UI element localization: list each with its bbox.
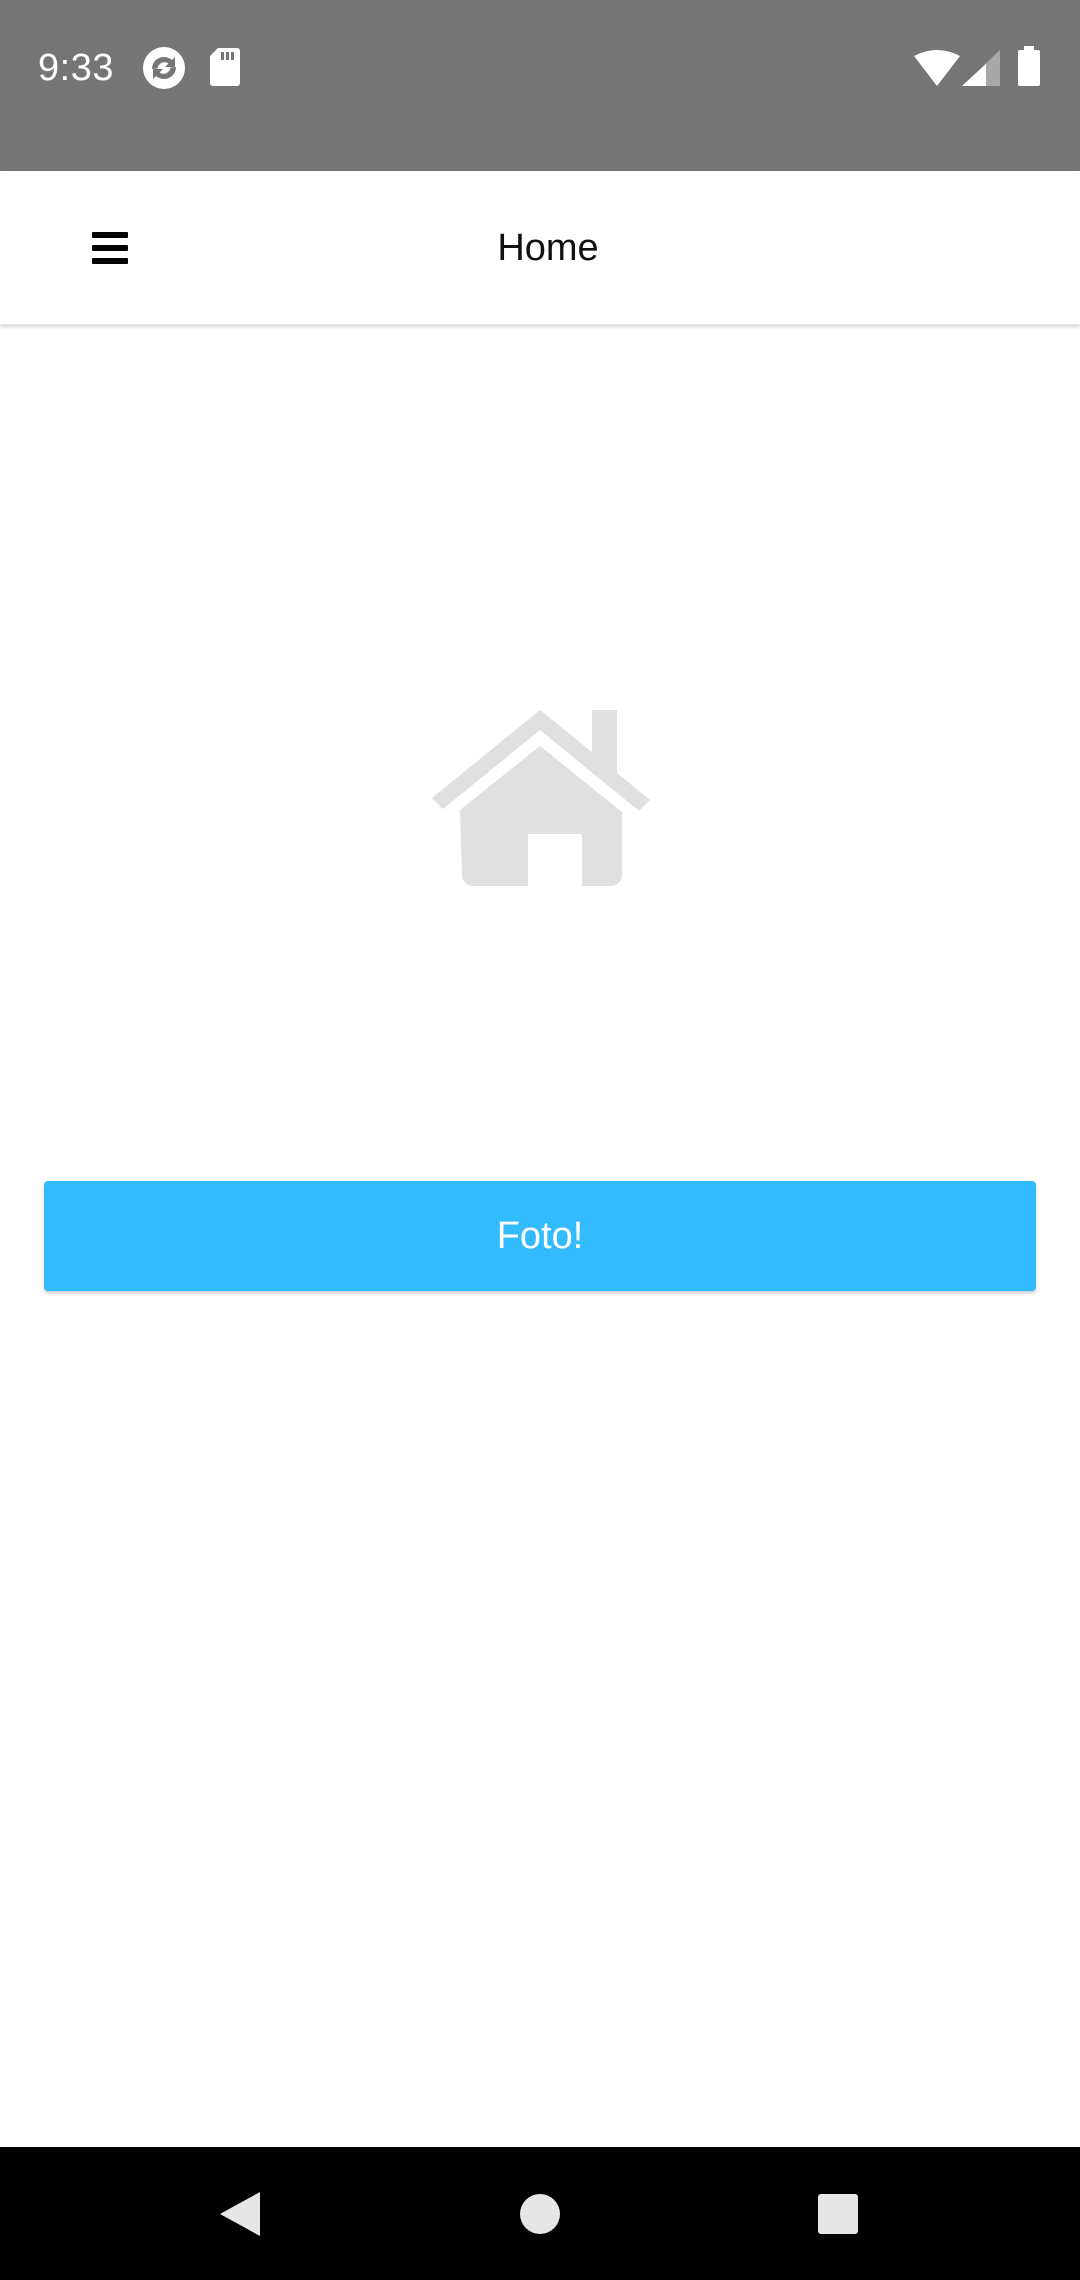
recents-icon [818,2193,858,2234]
back-icon [220,2191,260,2236]
sd-card-icon [210,48,240,86]
navigation-bar [0,2147,1080,2280]
recents-button[interactable] [768,2147,908,2280]
status-time: 9:33 [38,47,114,89]
app-bar: Home [0,171,1080,325]
wifi-icon [914,50,960,86]
back-button[interactable] [170,2147,310,2280]
home-icon [432,710,650,886]
sync-icon [143,47,185,89]
home-nav-button[interactable] [470,2147,610,2280]
signal-icon [962,50,1000,86]
main-content: Foto! [0,325,1080,2147]
foto-button[interactable]: Foto! [44,1181,1036,1291]
home-circle-icon [520,2193,560,2234]
status-bar: 9:33 [0,0,1080,171]
page-title: Home [497,226,599,269]
battery-icon [1018,46,1040,86]
